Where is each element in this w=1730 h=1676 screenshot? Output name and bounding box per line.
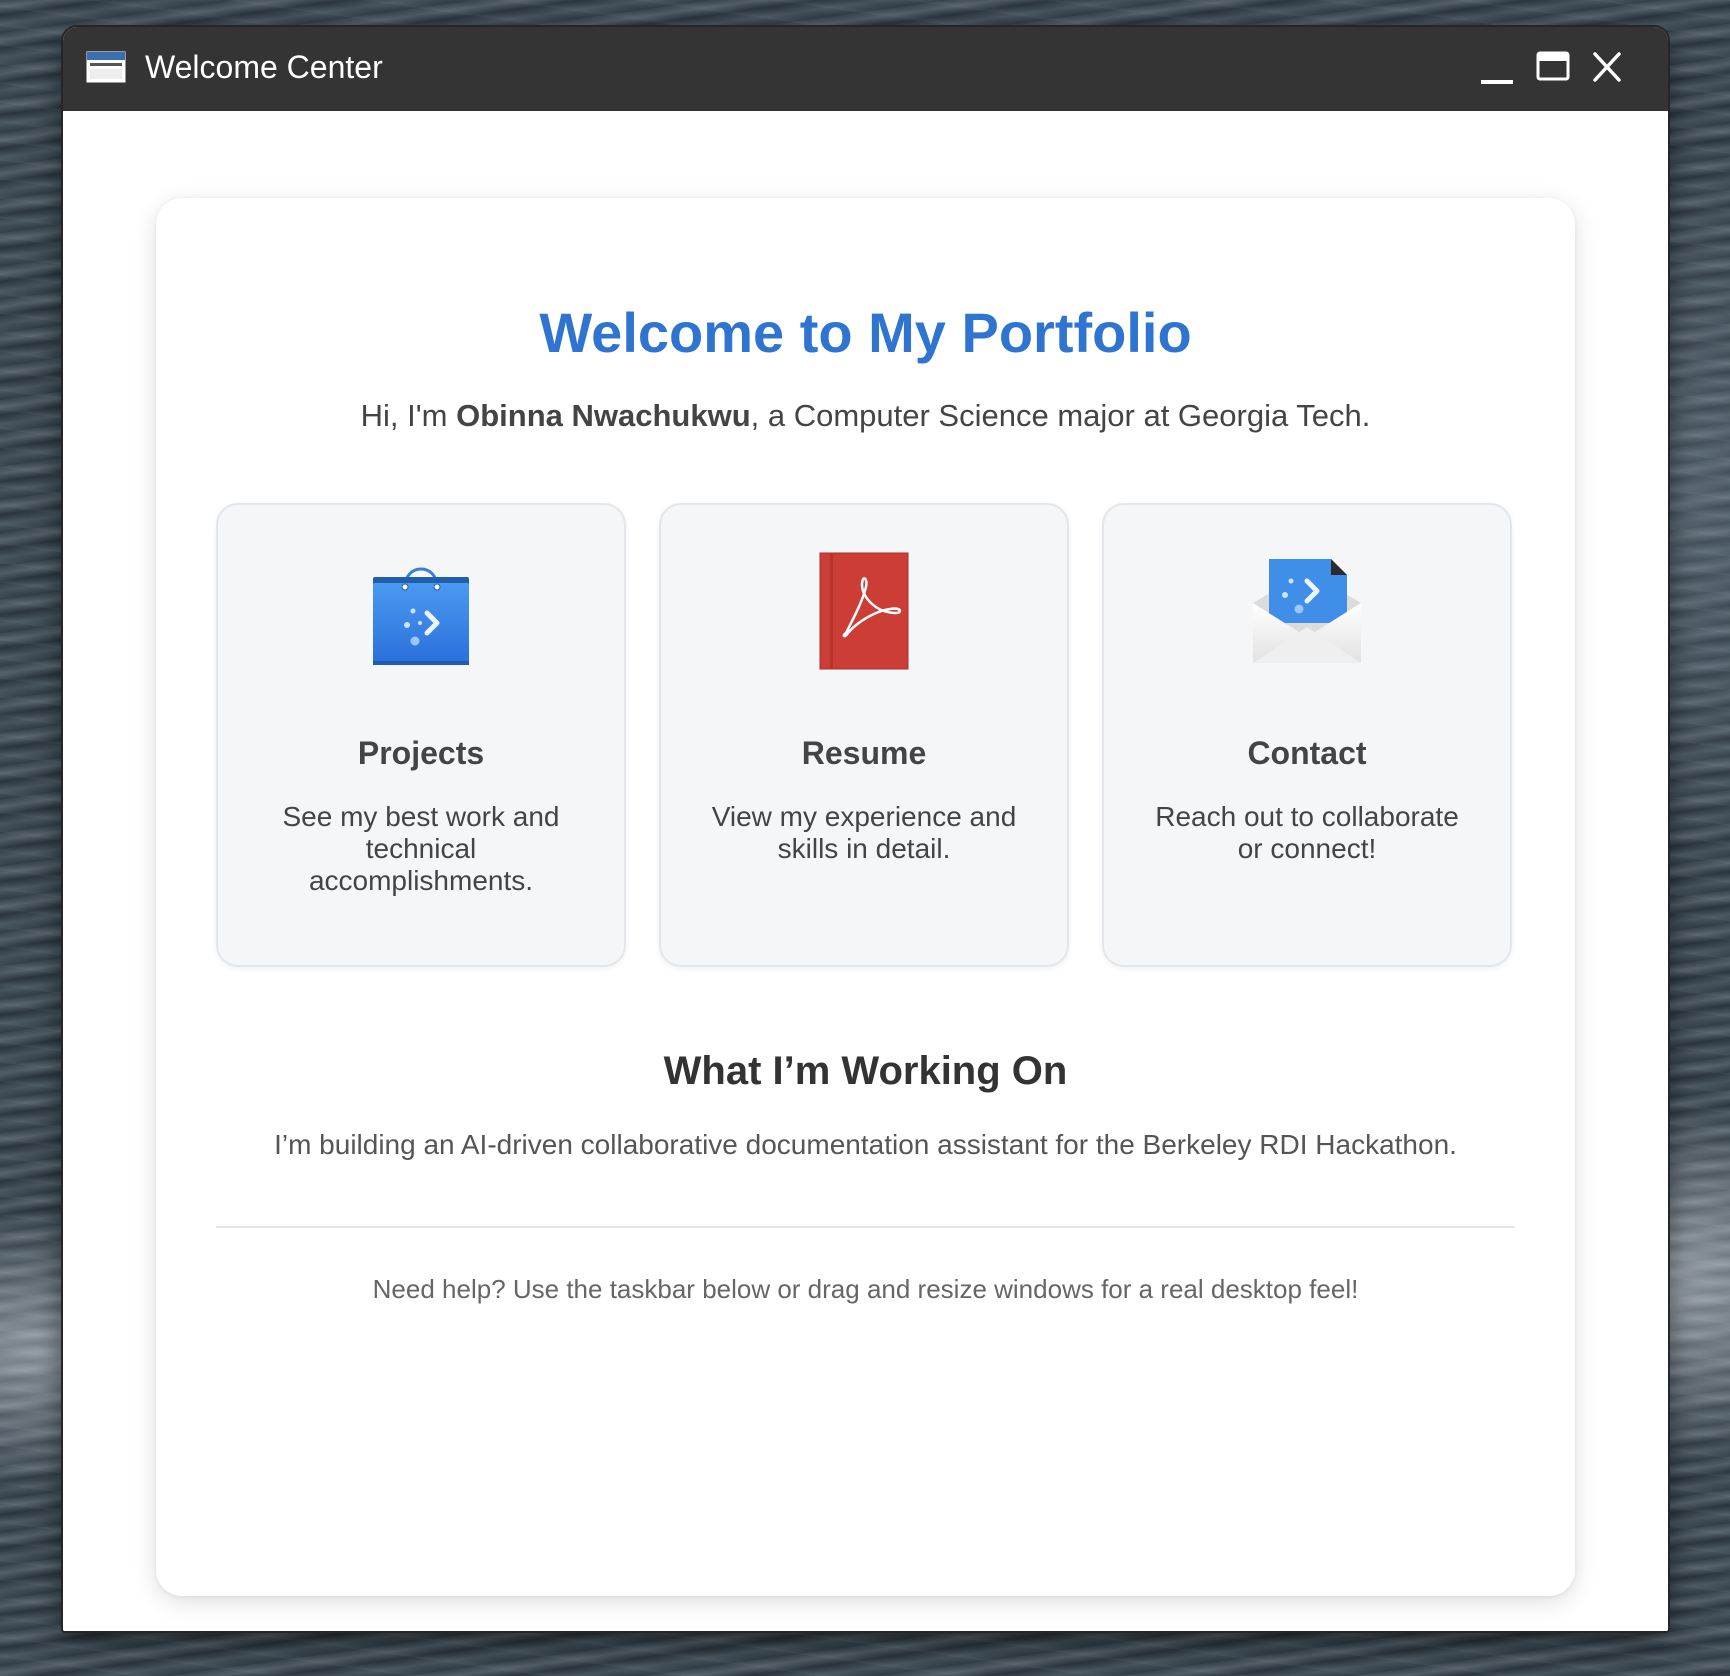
resume-tile[interactable]: Resume View my experience and skills in …	[659, 503, 1069, 967]
shopping-bag-icon	[218, 551, 624, 671]
working-on-text: I’m building an AI-driven collaborative …	[274, 1129, 1457, 1160]
intro-prefix: Hi, I'm	[360, 398, 457, 433]
tile-description-projects: See my best work and technical accomplis…	[282, 801, 560, 896]
tile-title-resume: Resume	[801, 735, 927, 771]
intro-name: Obinna Nwachukwu	[456, 398, 751, 433]
tile-description-resume: View my experience and skills in detail.	[711, 801, 1017, 864]
working-on-heading: What I’m Working On	[663, 1049, 1068, 1093]
intro-text: Hi, I'm Obinna Nwachukwu, a Computer Sci…	[156, 396, 1575, 436]
minimize-button[interactable]	[1474, 45, 1520, 91]
window-title: Welcome Center	[145, 49, 383, 85]
welcome-center-window[interactable]: Welcome Center Welcome to My Portfolio H…	[63, 27, 1668, 1631]
minimize-icon	[1481, 80, 1513, 84]
app-window-icon	[86, 51, 126, 83]
window-titlebar[interactable]: Welcome Center	[63, 27, 1668, 111]
tile-title-projects: Projects	[357, 735, 485, 771]
tile-description-contact: Reach out to collaborate or connect!	[1155, 801, 1459, 864]
close-button[interactable]	[1584, 45, 1630, 91]
intro-suffix: , a Computer Science major at Georgia Te…	[750, 398, 1371, 433]
pdf-book-icon	[661, 551, 1067, 671]
welcome-card: Welcome to My Portfolio Hi, I'm Obinna N…	[156, 198, 1575, 1596]
section-divider	[216, 1226, 1515, 1228]
contact-tile[interactable]: Contact Reach out to collaborate or conn…	[1102, 503, 1512, 967]
maximize-button[interactable]	[1530, 45, 1576, 91]
maximize-icon	[1536, 51, 1570, 81]
close-icon	[1593, 52, 1621, 82]
tile-title-contact: Contact	[1247, 735, 1367, 771]
mail-envelope-icon	[1104, 551, 1510, 671]
window-content: Welcome to My Portfolio Hi, I'm Obinna N…	[63, 111, 1668, 1631]
projects-tile[interactable]: Projects See my best work and technical …	[216, 503, 626, 967]
page-title: Welcome to My Portfolio	[539, 301, 1192, 364]
help-note: Need help? Use the taskbar below or drag…	[372, 1274, 1359, 1304]
